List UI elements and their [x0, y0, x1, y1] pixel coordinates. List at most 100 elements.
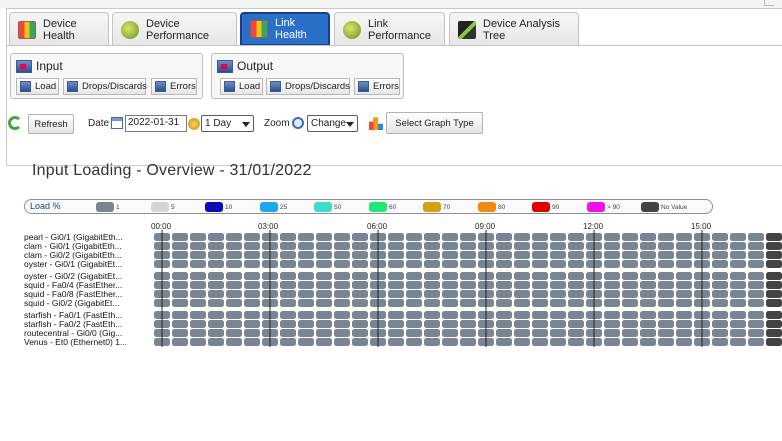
- heatmap-cell[interactable]: [766, 290, 782, 298]
- heatmap-cell[interactable]: [388, 311, 404, 319]
- heatmap-cell[interactable]: [424, 260, 440, 268]
- heatmap-cell[interactable]: [352, 260, 368, 268]
- heatmap-cell[interactable]: [352, 242, 368, 250]
- heatmap-cell[interactable]: [640, 281, 656, 289]
- heatmap-cell[interactable]: [532, 338, 548, 346]
- heatmap-cell[interactable]: [658, 320, 674, 328]
- heatmap-cell[interactable]: [748, 311, 764, 319]
- heatmap-cell[interactable]: [172, 290, 188, 298]
- heatmap-cell[interactable]: [496, 233, 512, 241]
- heatmap-cell[interactable]: [640, 260, 656, 268]
- heatmap-cell[interactable]: [604, 242, 620, 250]
- heatmap-cell[interactable]: [406, 233, 422, 241]
- heatmap-cell[interactable]: [676, 272, 692, 280]
- heatmap-cell[interactable]: [748, 299, 764, 307]
- heatmap-cell[interactable]: [172, 260, 188, 268]
- heatmap-cell[interactable]: [676, 290, 692, 298]
- heatmap-cell[interactable]: [226, 233, 242, 241]
- heatmap-cell[interactable]: [424, 233, 440, 241]
- heatmap-cell[interactable]: [712, 242, 728, 250]
- heatmap-cell[interactable]: [280, 260, 296, 268]
- heatmap-cell[interactable]: [316, 299, 332, 307]
- heatmap-cell[interactable]: [766, 311, 782, 319]
- heatmap-cell[interactable]: [730, 281, 746, 289]
- heatmap-cell[interactable]: [460, 290, 476, 298]
- heatmap-cell[interactable]: [514, 320, 530, 328]
- heatmap-cell[interactable]: [298, 233, 314, 241]
- heatmap-cell[interactable]: [388, 242, 404, 250]
- heatmap-cell[interactable]: [424, 311, 440, 319]
- heatmap-cell[interactable]: [442, 260, 458, 268]
- heatmap-cell[interactable]: [244, 251, 260, 259]
- heatmap-cell[interactable]: [712, 290, 728, 298]
- heatmap-cell[interactable]: [640, 320, 656, 328]
- heatmap-cell[interactable]: [622, 329, 638, 337]
- heatmap-cell[interactable]: [226, 260, 242, 268]
- heatmap-cell[interactable]: [532, 290, 548, 298]
- heatmap-cell[interactable]: [622, 311, 638, 319]
- heatmap-cell[interactable]: [640, 329, 656, 337]
- heatmap-cell[interactable]: [712, 233, 728, 241]
- heatmap-cell[interactable]: [298, 329, 314, 337]
- heatmap-cell[interactable]: [244, 311, 260, 319]
- heatmap-cell[interactable]: [604, 260, 620, 268]
- heatmap-cell[interactable]: [334, 338, 350, 346]
- heatmap-cell[interactable]: [190, 281, 206, 289]
- heatmap-cell[interactable]: [244, 338, 260, 346]
- heatmap-cell[interactable]: [388, 260, 404, 268]
- heatmap-cell[interactable]: [640, 299, 656, 307]
- heatmap-cell[interactable]: [640, 272, 656, 280]
- heatmap-cell[interactable]: [460, 329, 476, 337]
- heatmap-cell[interactable]: [640, 290, 656, 298]
- heatmap-cell[interactable]: [208, 233, 224, 241]
- heatmap-cell[interactable]: [766, 320, 782, 328]
- heatmap-cell[interactable]: [280, 272, 296, 280]
- heatmap-cell[interactable]: [622, 260, 638, 268]
- heatmap-cell[interactable]: [712, 272, 728, 280]
- heatmap-cell[interactable]: [442, 233, 458, 241]
- heatmap-cell[interactable]: [316, 290, 332, 298]
- heatmap-cell[interactable]: [568, 260, 584, 268]
- heatmap-cell[interactable]: [748, 338, 764, 346]
- heatmap-cell[interactable]: [568, 281, 584, 289]
- heatmap-cell[interactable]: [622, 281, 638, 289]
- heatmap-cell[interactable]: [766, 260, 782, 268]
- heatmap-cell[interactable]: [748, 251, 764, 259]
- heatmap-cell[interactable]: [298, 338, 314, 346]
- heatmap-cell[interactable]: [766, 233, 782, 241]
- heatmap-cell[interactable]: [514, 281, 530, 289]
- heatmap-cell[interactable]: [208, 281, 224, 289]
- heatmap-cell[interactable]: [424, 281, 440, 289]
- heatmap-cell[interactable]: [280, 329, 296, 337]
- heatmap-cell[interactable]: [334, 311, 350, 319]
- heatmap-cell[interactable]: [388, 290, 404, 298]
- heatmap-cell[interactable]: [532, 320, 548, 328]
- heatmap-cell[interactable]: [604, 320, 620, 328]
- heatmap-cell[interactable]: [496, 311, 512, 319]
- heatmap-cell[interactable]: [226, 299, 242, 307]
- heatmap-cell[interactable]: [334, 233, 350, 241]
- heatmap-cell[interactable]: [766, 251, 782, 259]
- heatmap-cell[interactable]: [460, 299, 476, 307]
- heatmap-cell[interactable]: [676, 260, 692, 268]
- heatmap-cell[interactable]: [730, 260, 746, 268]
- heatmap-cell[interactable]: [514, 233, 530, 241]
- heatmap-cell[interactable]: [244, 320, 260, 328]
- heatmap-cell[interactable]: [226, 272, 242, 280]
- heatmap-cell[interactable]: [550, 299, 566, 307]
- heatmap-cell[interactable]: [244, 329, 260, 337]
- heatmap-cell[interactable]: [316, 311, 332, 319]
- heatmap-cell[interactable]: [550, 320, 566, 328]
- heatmap-cell[interactable]: [244, 290, 260, 298]
- heatmap-cell[interactable]: [748, 320, 764, 328]
- heatmap-cell[interactable]: [298, 311, 314, 319]
- heatmap-cell[interactable]: [748, 281, 764, 289]
- heatmap-cell[interactable]: [226, 290, 242, 298]
- heatmap-cell[interactable]: [730, 338, 746, 346]
- heatmap-cell[interactable]: [208, 320, 224, 328]
- heatmap-cell[interactable]: [640, 311, 656, 319]
- heatmap-cell[interactable]: [352, 290, 368, 298]
- heatmap-cell[interactable]: [244, 260, 260, 268]
- heatmap-cell[interactable]: [604, 311, 620, 319]
- heatmap-cell[interactable]: [406, 272, 422, 280]
